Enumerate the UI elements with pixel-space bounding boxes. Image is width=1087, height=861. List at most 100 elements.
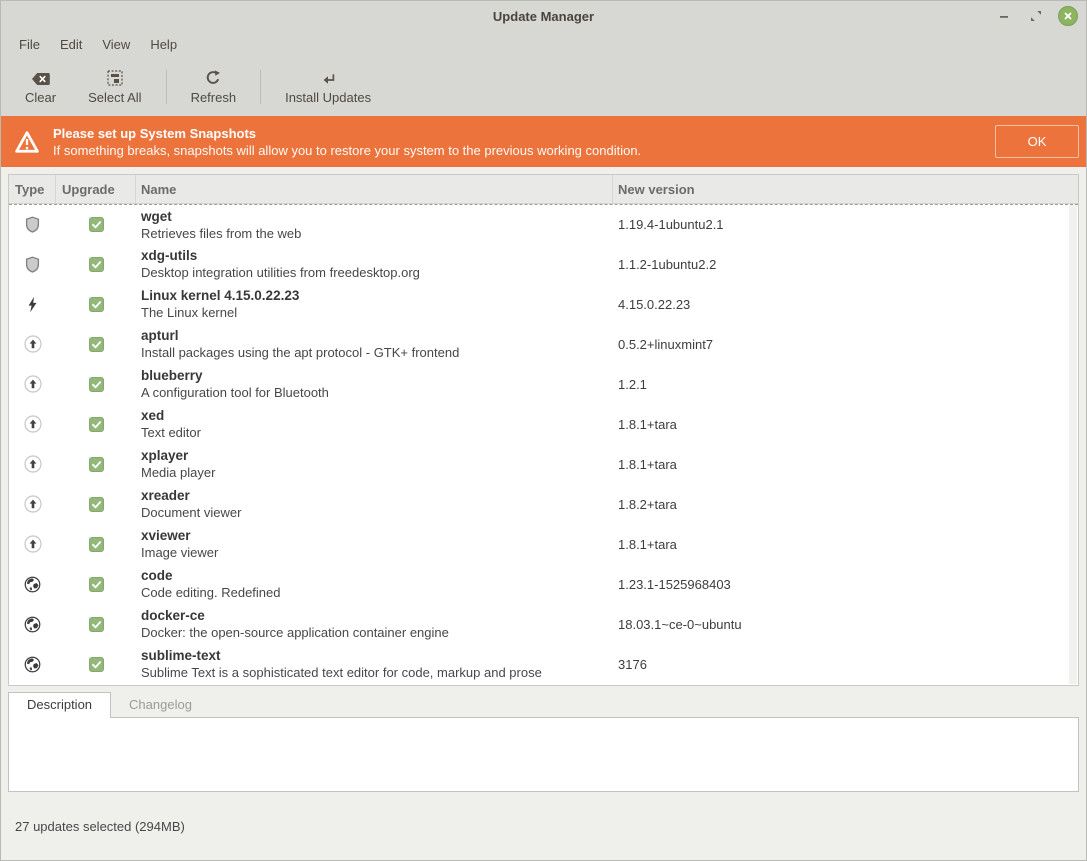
- refresh-icon: [205, 70, 221, 86]
- upgrade-checkbox[interactable]: [89, 497, 104, 512]
- table-row[interactable]: blueberryA configuration tool for Blueto…: [9, 364, 1078, 404]
- tab-description[interactable]: Description: [8, 692, 111, 718]
- new-version-cell: 1.1.2-1ubuntu2.2: [613, 257, 1078, 272]
- check-icon: [91, 379, 102, 390]
- upgrade-cell: [56, 457, 136, 472]
- table-row[interactable]: xviewerImage viewer1.8.1+tara: [9, 524, 1078, 564]
- check-icon: [91, 579, 102, 590]
- package-name: xdg-utils: [141, 247, 613, 264]
- column-header-name[interactable]: Name: [136, 175, 613, 203]
- upgrade-checkbox[interactable]: [89, 337, 104, 352]
- package-name: apturl: [141, 327, 613, 344]
- package-name: xviewer: [141, 527, 613, 544]
- update-icon: [24, 415, 42, 433]
- table-row[interactable]: Linux kernel 4.15.0.22.23The Linux kerne…: [9, 284, 1078, 324]
- column-header-upgrade[interactable]: Upgrade: [56, 175, 136, 203]
- updates-table: Type Upgrade Name New version wgetRetrie…: [8, 174, 1079, 686]
- table-body: wgetRetrieves files from the web1.19.4-1…: [9, 204, 1078, 684]
- package-description: The Linux kernel: [141, 304, 613, 321]
- upgrade-cell: [56, 617, 136, 632]
- upgrade-cell: [56, 297, 136, 312]
- toolbar-separator: [166, 70, 167, 104]
- column-header-type[interactable]: Type: [9, 175, 56, 203]
- name-cell: wgetRetrieves files from the web: [136, 208, 613, 242]
- column-header-new-version[interactable]: New version: [613, 175, 1078, 203]
- minimize-button[interactable]: [994, 6, 1014, 26]
- table-row[interactable]: wgetRetrieves files from the web1.19.4-1…: [9, 204, 1078, 244]
- check-icon: [91, 539, 102, 550]
- package-name: sublime-text: [141, 647, 613, 664]
- ok-button[interactable]: OK: [995, 125, 1079, 158]
- statusbar: 27 updates selected (294MB): [1, 792, 1086, 860]
- toolbar-button-label: Clear: [25, 90, 56, 105]
- clear-button[interactable]: Clear: [9, 65, 72, 109]
- menu-file[interactable]: File: [9, 34, 50, 55]
- upgrade-cell: [56, 657, 136, 672]
- tab-changelog[interactable]: Changelog: [111, 693, 210, 717]
- security-icon: [25, 256, 40, 273]
- menu-view[interactable]: View: [92, 34, 140, 55]
- maximize-icon: [1030, 10, 1042, 22]
- table-row[interactable]: xedText editor1.8.1+tara: [9, 404, 1078, 444]
- name-cell: blueberryA configuration tool for Blueto…: [136, 367, 613, 401]
- type-cell: [9, 495, 56, 513]
- menu-help[interactable]: Help: [140, 34, 187, 55]
- new-version-cell: 1.8.1+tara: [613, 457, 1078, 472]
- table-row[interactable]: xdg-utilsDesktop integration utilities f…: [9, 244, 1078, 284]
- upgrade-cell: [56, 577, 136, 592]
- new-version-cell: 1.8.1+tara: [613, 417, 1078, 432]
- upgrade-checkbox[interactable]: [89, 457, 104, 472]
- upgrade-checkbox[interactable]: [89, 417, 104, 432]
- new-version-cell: 1.23.1-1525968403: [613, 577, 1078, 592]
- upgrade-checkbox[interactable]: [89, 297, 104, 312]
- banner-title: Please set up System Snapshots: [53, 125, 995, 142]
- update-icon: [24, 495, 42, 513]
- upgrade-checkbox[interactable]: [89, 577, 104, 592]
- toolbar: Clear Select All Refresh Install Updates: [1, 57, 1086, 116]
- table-row[interactable]: codeCode editing. Redefined1.23.1-152596…: [9, 564, 1078, 604]
- type-cell: [9, 455, 56, 473]
- toolbar-button-label: Select All: [88, 90, 141, 105]
- type-cell: [9, 616, 56, 633]
- new-version-cell: 1.8.1+tara: [613, 537, 1078, 552]
- minimize-icon: [998, 10, 1010, 22]
- table-row[interactable]: xplayerMedia player1.8.1+tara: [9, 444, 1078, 484]
- table-row[interactable]: apturlInstall packages using the apt pro…: [9, 324, 1078, 364]
- window-controls: [994, 1, 1078, 31]
- upgrade-checkbox[interactable]: [89, 257, 104, 272]
- description-panel: [8, 717, 1079, 792]
- check-icon: [91, 619, 102, 630]
- upgrade-checkbox[interactable]: [89, 657, 104, 672]
- select-all-icon: [107, 70, 123, 86]
- detail-tabs: DescriptionChangelog: [8, 692, 1079, 717]
- type-cell: [9, 535, 56, 553]
- package-name: xreader: [141, 487, 613, 504]
- package-description: Desktop integration utilities from freed…: [141, 264, 613, 281]
- refresh-button[interactable]: Refresh: [175, 65, 253, 109]
- select-all-button[interactable]: Select All: [72, 65, 157, 109]
- install-updates-icon: [320, 72, 336, 86]
- type-cell: [9, 256, 56, 273]
- upgrade-checkbox[interactable]: [89, 377, 104, 392]
- update-icon: [24, 455, 42, 473]
- thirdparty-icon: [24, 656, 41, 673]
- titlebar: Update Manager: [1, 1, 1086, 31]
- new-version-cell: 0.5.2+linuxmint7: [613, 337, 1078, 352]
- upgrade-checkbox[interactable]: [89, 617, 104, 632]
- name-cell: codeCode editing. Redefined: [136, 567, 613, 601]
- maximize-button[interactable]: [1026, 6, 1046, 26]
- vertical-scrollbar[interactable]: [1069, 205, 1077, 684]
- table-row[interactable]: docker-ceDocker: the open-source applica…: [9, 604, 1078, 644]
- install-updates-button[interactable]: Install Updates: [269, 65, 387, 109]
- close-button[interactable]: [1058, 6, 1078, 26]
- table-row[interactable]: xreaderDocument viewer1.8.2+tara: [9, 484, 1078, 524]
- thirdparty-icon: [24, 576, 41, 593]
- upgrade-checkbox[interactable]: [89, 537, 104, 552]
- name-cell: xviewerImage viewer: [136, 527, 613, 561]
- banner-message: If something breaks, snapshots will allo…: [53, 142, 995, 159]
- upgrade-checkbox[interactable]: [89, 217, 104, 232]
- check-icon: [91, 459, 102, 470]
- name-cell: sublime-textSublime Text is a sophistica…: [136, 647, 613, 681]
- menu-edit[interactable]: Edit: [50, 34, 92, 55]
- table-row[interactable]: sublime-textSublime Text is a sophistica…: [9, 644, 1078, 684]
